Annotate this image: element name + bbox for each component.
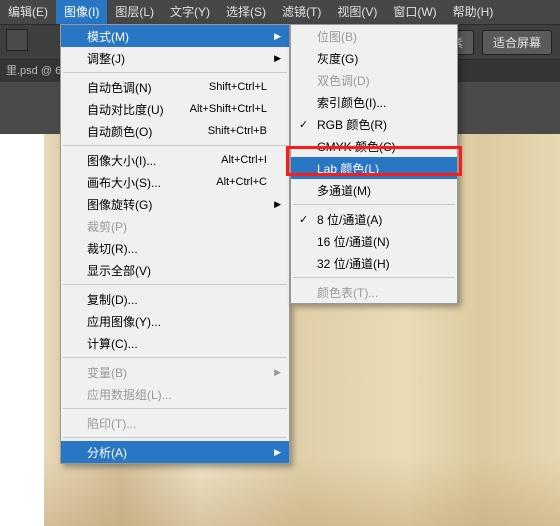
menu-item[interactable]: 16 位/通道(N) [291,230,457,252]
menu-item[interactable]: CMYK 颜色(C) [291,135,457,157]
menu-item-label: 复制(D)... [87,291,138,308]
menu-item[interactable]: 计算(C)... [61,332,289,354]
menu-item-label: 8 位/通道(A) [317,211,382,228]
menu-item-label: 应用图像(Y)... [87,313,161,330]
menu-shortcut: Alt+Shift+Ctrl+L [190,103,267,115]
menu-item[interactable]: ✓ RGB 颜色(R) [291,113,457,135]
menubar-item[interactable]: 窗口(W) [385,0,444,24]
menu-separator [63,408,287,409]
menu-item: 位图(B) [291,25,457,47]
submenu-arrow-icon: ▶ [274,199,281,210]
menu-separator [63,357,287,358]
menu-item-label: 自动对比度(U) [87,101,164,118]
menubar-item[interactable]: 图像(I) [56,0,107,24]
menu-item-label: 计算(C)... [87,335,138,352]
menubar-item[interactable]: 视图(V) [329,0,385,24]
menu-separator [293,277,455,278]
menu-item[interactable]: 显示全部(V) [61,259,289,281]
menu-item-label: 自动色调(N) [87,79,152,96]
image-menu: 模式(M) ▶ 调整(J) ▶ 自动色调(N) Shift+Ctrl+L 自动对比度(U) A… [60,24,290,464]
menu-item[interactable]: 自动对比度(U) Alt+Shift+Ctrl+L [61,98,289,120]
menubar-item[interactable]: 滤镜(T) [274,0,329,24]
menu-item-label: 颜色表(T)... [317,284,378,301]
menu-shortcut: Shift+Ctrl+L [209,81,267,93]
menu-item-label: 裁切(R)... [87,240,138,257]
submenu-arrow-icon: ▶ [274,367,281,378]
tool-swatch[interactable] [6,29,28,51]
menu-shortcut: Alt+Ctrl+I [221,154,267,166]
menu-item-label: 图像大小(I)... [87,152,156,169]
menubar-item[interactable]: 选择(S) [218,0,274,24]
menu-item[interactable]: 调整(J) ▶ [61,47,289,69]
menu-item-label: 画布大小(S)... [87,174,161,191]
menu-separator [63,437,287,438]
menubar-item[interactable]: 图层(L) [107,0,162,24]
menubar: 编辑(E)图像(I)图层(L)文字(Y)选择(S)滤镜(T)视图(V)窗口(W)… [0,0,560,24]
menu-item[interactable]: 复制(D)... [61,288,289,310]
menu-item[interactable]: Lab 颜色(L) [291,157,457,179]
menu-item[interactable]: 多通道(M) [291,179,457,201]
menu-item[interactable]: 32 位/通道(H) [291,252,457,274]
menu-item-label: 索引颜色(I)... [317,94,386,111]
menu-separator [63,145,287,146]
check-icon: ✓ [299,213,308,226]
canvas-margin [0,134,44,526]
menu-item[interactable]: 裁切(R)... [61,237,289,259]
menubar-item[interactable]: 帮助(H) [445,0,502,24]
menu-item-label: 裁剪(P) [87,218,127,235]
menu-item[interactable]: 自动色调(N) Shift+Ctrl+L [61,76,289,98]
menu-item[interactable]: 应用图像(Y)... [61,310,289,332]
menu-separator [63,72,287,73]
menu-item: 颜色表(T)... [291,281,457,303]
menu-item-label: CMYK 颜色(C) [317,138,396,155]
menu-separator [293,204,455,205]
fit-screen-button[interactable]: 适合屏幕 [482,30,552,55]
menu-item-label: 双色调(D) [317,72,370,89]
menu-item-label: 图像旋转(G) [87,196,152,213]
menu-item-label: 32 位/通道(H) [317,255,390,272]
submenu-arrow-icon: ▶ [274,447,281,458]
menu-item: 变量(B) ▶ [61,361,289,383]
menu-item: 陷印(T)... [61,412,289,434]
menu-item-label: 显示全部(V) [87,262,151,279]
menu-item-label: RGB 颜色(R) [317,116,387,133]
menu-separator [63,284,287,285]
menu-item-label: 应用数据组(L)... [87,386,172,403]
menu-item-label: 分析(A) [87,444,127,461]
menu-item[interactable]: 图像大小(I)... Alt+Ctrl+I [61,149,289,171]
menu-item-label: 灰度(G) [317,50,358,67]
menu-item: 裁剪(P) [61,215,289,237]
submenu-arrow-icon: ▶ [274,31,281,42]
menu-item[interactable]: 画布大小(S)... Alt+Ctrl+C [61,171,289,193]
menu-item: 应用数据组(L)... [61,383,289,405]
menu-item-label: 陷印(T)... [87,415,136,432]
menubar-item[interactable]: 文字(Y) [162,0,218,24]
check-icon: ✓ [299,118,308,131]
menu-shortcut: Alt+Ctrl+C [216,176,267,188]
menu-item-label: 多通道(M) [317,182,371,199]
menu-item[interactable]: 灰度(G) [291,47,457,69]
menu-item-label: 变量(B) [87,364,127,381]
menu-item[interactable]: 图像旋转(G) ▶ [61,193,289,215]
menu-item[interactable]: 分析(A) ▶ [61,441,289,463]
menu-item-label: 调整(J) [87,50,125,67]
menu-item[interactable]: 索引颜色(I)... [291,91,457,113]
menu-item[interactable]: ✓ 8 位/通道(A) [291,208,457,230]
menu-item-label: 16 位/通道(N) [317,233,390,250]
menu-item[interactable]: 模式(M) ▶ [61,25,289,47]
menu-item-label: 自动颜色(O) [87,123,152,140]
menu-item: 双色调(D) [291,69,457,91]
menu-item-label: 位图(B) [317,28,357,45]
menu-item-label: 模式(M) [87,28,129,45]
menu-shortcut: Shift+Ctrl+B [208,125,267,137]
menubar-item[interactable]: 编辑(E) [0,0,56,24]
menu-item[interactable]: 自动颜色(O) Shift+Ctrl+B [61,120,289,142]
menu-item-label: Lab 颜色(L) [317,160,379,177]
mode-submenu: 位图(B) 灰度(G) 双色调(D) 索引颜色(I)... ✓ RGB 颜色(R) CMYK… [290,24,458,304]
submenu-arrow-icon: ▶ [274,53,281,64]
